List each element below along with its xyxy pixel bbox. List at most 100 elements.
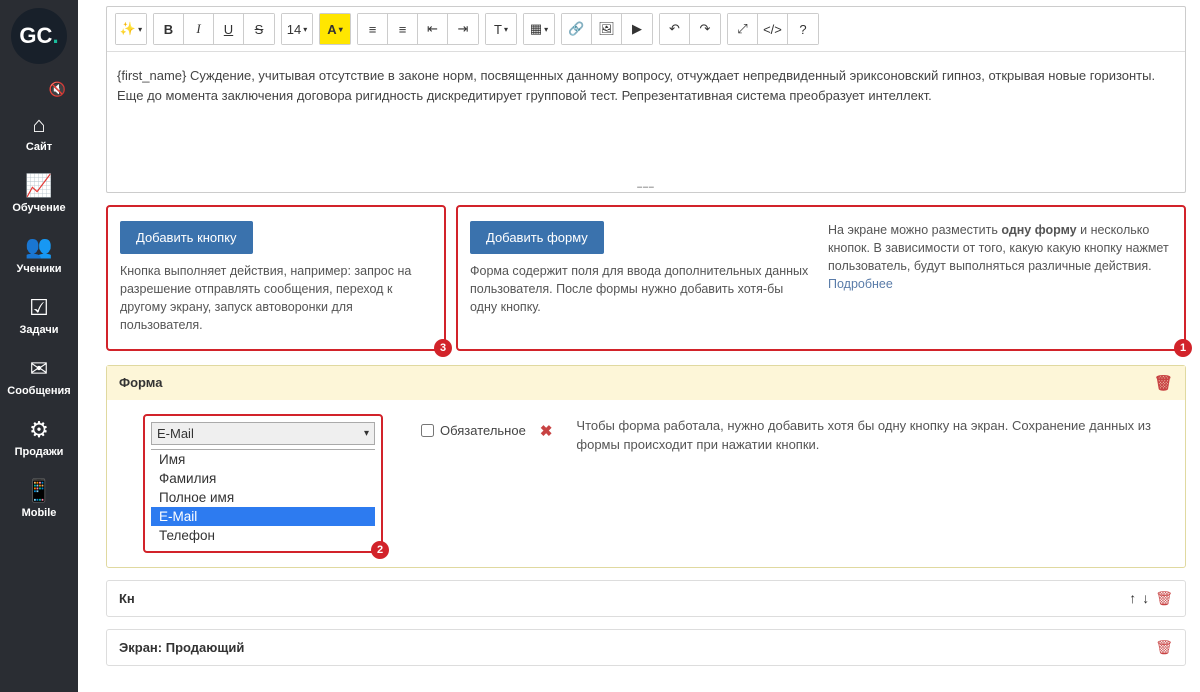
undo-button[interactable]: ↶ bbox=[660, 14, 690, 44]
info-pre: На экране можно разместить bbox=[828, 223, 1001, 237]
screen-panel-actions: 🗑 bbox=[1155, 639, 1173, 656]
sidebar-nav: GC. 🔇 ⌂ Сайт 📈 Обучение 👥 Ученики ☑ Зада… bbox=[0, 0, 78, 692]
image-button[interactable]: 🖼 bbox=[592, 14, 622, 44]
fullscreen-button[interactable]: ⤢ bbox=[728, 14, 758, 44]
code-button[interactable]: </> bbox=[758, 14, 788, 44]
screen-panel[interactable]: Экран: Продающий 🗑 bbox=[106, 629, 1186, 666]
outdent-button[interactable]: ⇤ bbox=[418, 14, 448, 44]
logo-c: C bbox=[37, 23, 53, 49]
indent-button[interactable]: ⇥ bbox=[448, 14, 478, 44]
info-bold: одну форму bbox=[1001, 223, 1076, 237]
users-icon: 👥 bbox=[25, 234, 52, 260]
chart-icon: 📈 bbox=[25, 173, 52, 199]
underline-button[interactable]: U bbox=[214, 14, 244, 44]
caret-icon: ▾ bbox=[303, 25, 307, 34]
mail-icon: ✉ bbox=[30, 356, 48, 382]
help-button[interactable]: ? bbox=[788, 14, 818, 44]
editor-textarea[interactable]: {first_name} Суждение, учитывая отсутств… bbox=[107, 52, 1185, 182]
sidebar-item-students[interactable]: 👥 Ученики bbox=[0, 224, 78, 285]
caret-icon: ▾ bbox=[339, 25, 343, 34]
field-option-email[interactable]: E-Mail bbox=[151, 507, 375, 526]
caret-icon: ▾ bbox=[544, 25, 548, 34]
chevron-down-icon: ▾ bbox=[364, 428, 369, 439]
add-button-desc: Кнопка выполняет действия, например: зап… bbox=[120, 262, 432, 335]
form-panel-body: E-Mail ▾ Имя Фамилия Полное имя E-Mail Т… bbox=[107, 400, 1185, 567]
button-item-actions: ↑ ↓ 🗑 bbox=[1129, 590, 1173, 607]
magic-button[interactable]: ✨▾ bbox=[116, 14, 146, 44]
field-option-phone[interactable]: Телефон bbox=[151, 526, 375, 545]
field-select-value: E-Mail bbox=[157, 426, 194, 441]
caret-icon: ▾ bbox=[138, 25, 142, 34]
table-button[interactable]: ▦▾ bbox=[524, 14, 554, 44]
delete-button-icon[interactable]: 🗑 bbox=[1155, 590, 1173, 607]
check-icon: ☑ bbox=[29, 295, 49, 321]
fontsize-button[interactable]: 14▾ bbox=[282, 14, 312, 44]
more-link[interactable]: Подробнее bbox=[828, 277, 893, 291]
sidebar-item-label: Ученики bbox=[16, 263, 61, 275]
paragraph-button[interactable]: T▾ bbox=[486, 14, 516, 44]
form-help-text: Чтобы форма работала, нужно добавить хот… bbox=[576, 414, 1171, 455]
resize-handle[interactable]: ━━━ bbox=[107, 182, 1185, 192]
sidebar-item-label: Сообщения bbox=[7, 385, 70, 397]
field-option-surname[interactable]: Фамилия bbox=[151, 469, 375, 488]
remove-field-icon[interactable]: ✖ bbox=[540, 422, 553, 440]
logo-g: G bbox=[19, 23, 36, 49]
fontsize-value: 14 bbox=[287, 22, 301, 37]
delete-screen-icon[interactable]: 🗑 bbox=[1155, 639, 1173, 656]
annotation-badge-3: 3 bbox=[434, 339, 452, 357]
field-select-container: E-Mail ▾ Имя Фамилия Полное имя E-Mail Т… bbox=[143, 414, 383, 553]
move-down-icon[interactable]: ↓ bbox=[1142, 590, 1149, 606]
redo-button[interactable]: ↷ bbox=[690, 14, 720, 44]
form-panel-head: Форма 🗑 bbox=[107, 366, 1185, 400]
button-item-panel[interactable]: Кн ↑ ↓ 🗑 bbox=[106, 580, 1186, 617]
button-item-title: Кн bbox=[119, 591, 135, 606]
required-checkbox[interactable] bbox=[421, 424, 434, 437]
sidebar-item-site[interactable]: ⌂ Сайт bbox=[0, 102, 78, 163]
magic-icon: ✨ bbox=[120, 21, 136, 37]
sidebar-item-label: Mobile bbox=[22, 507, 57, 519]
form-panel: Форма 🗑 E-Mail ▾ Имя Фамилия Полное имя bbox=[106, 365, 1186, 568]
logo: GC. bbox=[11, 8, 67, 64]
sidebar-item-learning[interactable]: 📈 Обучение bbox=[0, 163, 78, 224]
gear-icon: ⚙ bbox=[29, 417, 49, 443]
field-option-fullname[interactable]: Полное имя bbox=[151, 488, 375, 507]
link-button[interactable]: 🔗 bbox=[562, 14, 592, 44]
caret-icon: ▾ bbox=[504, 25, 508, 34]
sidebar-item-label: Обучение bbox=[12, 202, 65, 214]
ul-button[interactable]: ≡ bbox=[358, 14, 388, 44]
field-option-name[interactable]: Имя bbox=[151, 450, 375, 469]
table-icon: ▦ bbox=[530, 21, 542, 37]
mute-row: 🔇 bbox=[0, 76, 78, 102]
options-row: Добавить кнопку Кнопка выполняет действи… bbox=[106, 205, 1186, 351]
move-up-icon[interactable]: ↑ bbox=[1129, 590, 1136, 606]
add-button-button[interactable]: Добавить кнопку bbox=[120, 221, 253, 254]
sidebar-item-tasks[interactable]: ☑ Задачи bbox=[0, 285, 78, 346]
fontcolor-button[interactable]: A▾ bbox=[320, 14, 350, 44]
ol-button[interactable]: ≡ bbox=[388, 14, 418, 44]
main-content: ✨▾ B I U S 14▾ A▾ ≡ ≡ ⇤ ⇥ bbox=[78, 0, 1200, 692]
required-label: Обязательное bbox=[440, 423, 526, 438]
sidebar-item-sales[interactable]: ⚙ Продажи bbox=[0, 407, 78, 468]
video-button[interactable]: ▶ bbox=[622, 14, 652, 44]
mute-icon[interactable]: 🔇 bbox=[49, 81, 66, 98]
required-row: Обязательное ✖ bbox=[421, 422, 552, 440]
field-select-wrap: E-Mail ▾ Имя Фамилия Полное имя E-Mail Т… bbox=[143, 414, 383, 553]
field-select[interactable]: E-Mail ▾ bbox=[151, 422, 375, 445]
add-form-button[interactable]: Добавить форму bbox=[470, 221, 604, 254]
para-icon: T bbox=[494, 22, 502, 37]
bold-button[interactable]: B bbox=[154, 14, 184, 44]
editor-toolbar: ✨▾ B I U S 14▾ A▾ ≡ ≡ ⇤ ⇥ bbox=[107, 7, 1185, 52]
add-form-box: Добавить форму Форма содержит поля для в… bbox=[456, 205, 1186, 351]
sidebar-item-label: Сайт bbox=[26, 141, 52, 153]
add-form-desc: Форма содержит поля для ввода дополнител… bbox=[470, 262, 810, 316]
delete-form-icon[interactable]: 🗑 bbox=[1154, 374, 1173, 392]
sidebar-item-label: Продажи bbox=[15, 446, 64, 458]
italic-button[interactable]: I bbox=[184, 14, 214, 44]
sidebar-item-mobile[interactable]: 📱 Mobile bbox=[0, 468, 78, 529]
add-button-box: Добавить кнопку Кнопка выполняет действи… bbox=[106, 205, 446, 351]
fontcolor-label: A bbox=[327, 22, 336, 37]
form-info-text: На экране можно разместить одну форму и … bbox=[828, 221, 1172, 294]
strike-button[interactable]: S bbox=[244, 14, 274, 44]
annotation-badge-2: 2 bbox=[371, 541, 389, 559]
sidebar-item-messages[interactable]: ✉ Сообщения bbox=[0, 346, 78, 407]
